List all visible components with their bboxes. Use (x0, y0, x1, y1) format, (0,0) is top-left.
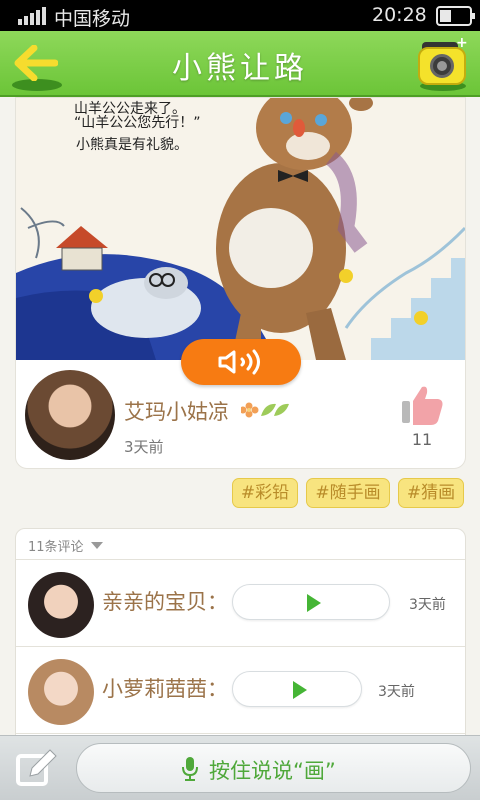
hold-to-talk-button[interactable]: 按住说说“画” (76, 743, 471, 793)
carrier-label: 中国移动 (54, 8, 131, 30)
comment-time: 3天前 (378, 684, 415, 700)
play-icon (307, 594, 321, 612)
play-audio-button[interactable] (181, 339, 301, 385)
voice-message-button[interactable] (232, 671, 362, 707)
avatar[interactable] (28, 659, 94, 725)
author-avatar[interactable] (25, 370, 115, 460)
artwork-caption-3: 小熊真是有礼貌。 (76, 137, 188, 153)
comment-count[interactable]: 11条评论 (28, 536, 84, 555)
signal-icon (18, 7, 48, 25)
camera-button[interactable]: + (414, 35, 470, 93)
title-bar: 小熊让路 + (0, 31, 480, 97)
author-name[interactable]: 艾玛小姑凉 (124, 396, 229, 426)
edit-icon (16, 749, 57, 786)
comment-item: 小萝莉茜茜： 3天前 (16, 647, 465, 733)
page-title: 小熊让路 (172, 51, 308, 86)
tag-colored-pencil[interactable]: #彩铅 (232, 478, 298, 508)
tag-random-sketch[interactable]: #随手画 (306, 478, 390, 508)
comment-author[interactable]: 小萝莉茜茜： (102, 673, 228, 703)
chevron-down-icon[interactable] (91, 542, 103, 549)
comment-item: 亲亲的宝贝： 3天前 (16, 560, 465, 646)
clock: 20:28 (372, 4, 427, 26)
like-button[interactable] (400, 383, 446, 427)
speaker-icon (218, 349, 260, 375)
bottom-input-bar: 按住说说“画” (0, 735, 480, 800)
artwork-caption-2: “山羊公公您先行！” (74, 115, 201, 131)
voice-message-button[interactable] (232, 584, 390, 620)
flower-leaf-icons (241, 402, 289, 418)
battery-icon (436, 6, 475, 26)
artwork-image[interactable]: 山羊公公走来了。 “山羊公公您先行！” 小熊真是有礼貌。 (16, 98, 465, 360)
play-icon (293, 681, 307, 699)
hold-to-talk-label: 按住说说“画” (209, 759, 336, 783)
comment-author[interactable]: 亲亲的宝贝： (102, 586, 228, 616)
status-bar: 中国移动 20:28 (0, 0, 480, 31)
comment-time: 3天前 (409, 597, 446, 613)
avatar[interactable] (28, 572, 94, 638)
post-card: 山羊公公走来了。 “山羊公公您先行！” 小熊真是有礼貌。 艾玛小姑凉 3天前 1… (15, 97, 466, 469)
tag-guess-drawing[interactable]: #猜画 (398, 478, 464, 508)
like-count: 11 (411, 430, 433, 449)
edit-button[interactable] (12, 746, 60, 792)
comments-section: 11条评论 亲亲的宝贝： 3天前 小萝莉茜茜： 3天前 (15, 528, 466, 758)
thumbs-up-icon (402, 386, 443, 425)
microphone-icon (182, 757, 198, 781)
post-time: 3天前 (124, 438, 164, 456)
